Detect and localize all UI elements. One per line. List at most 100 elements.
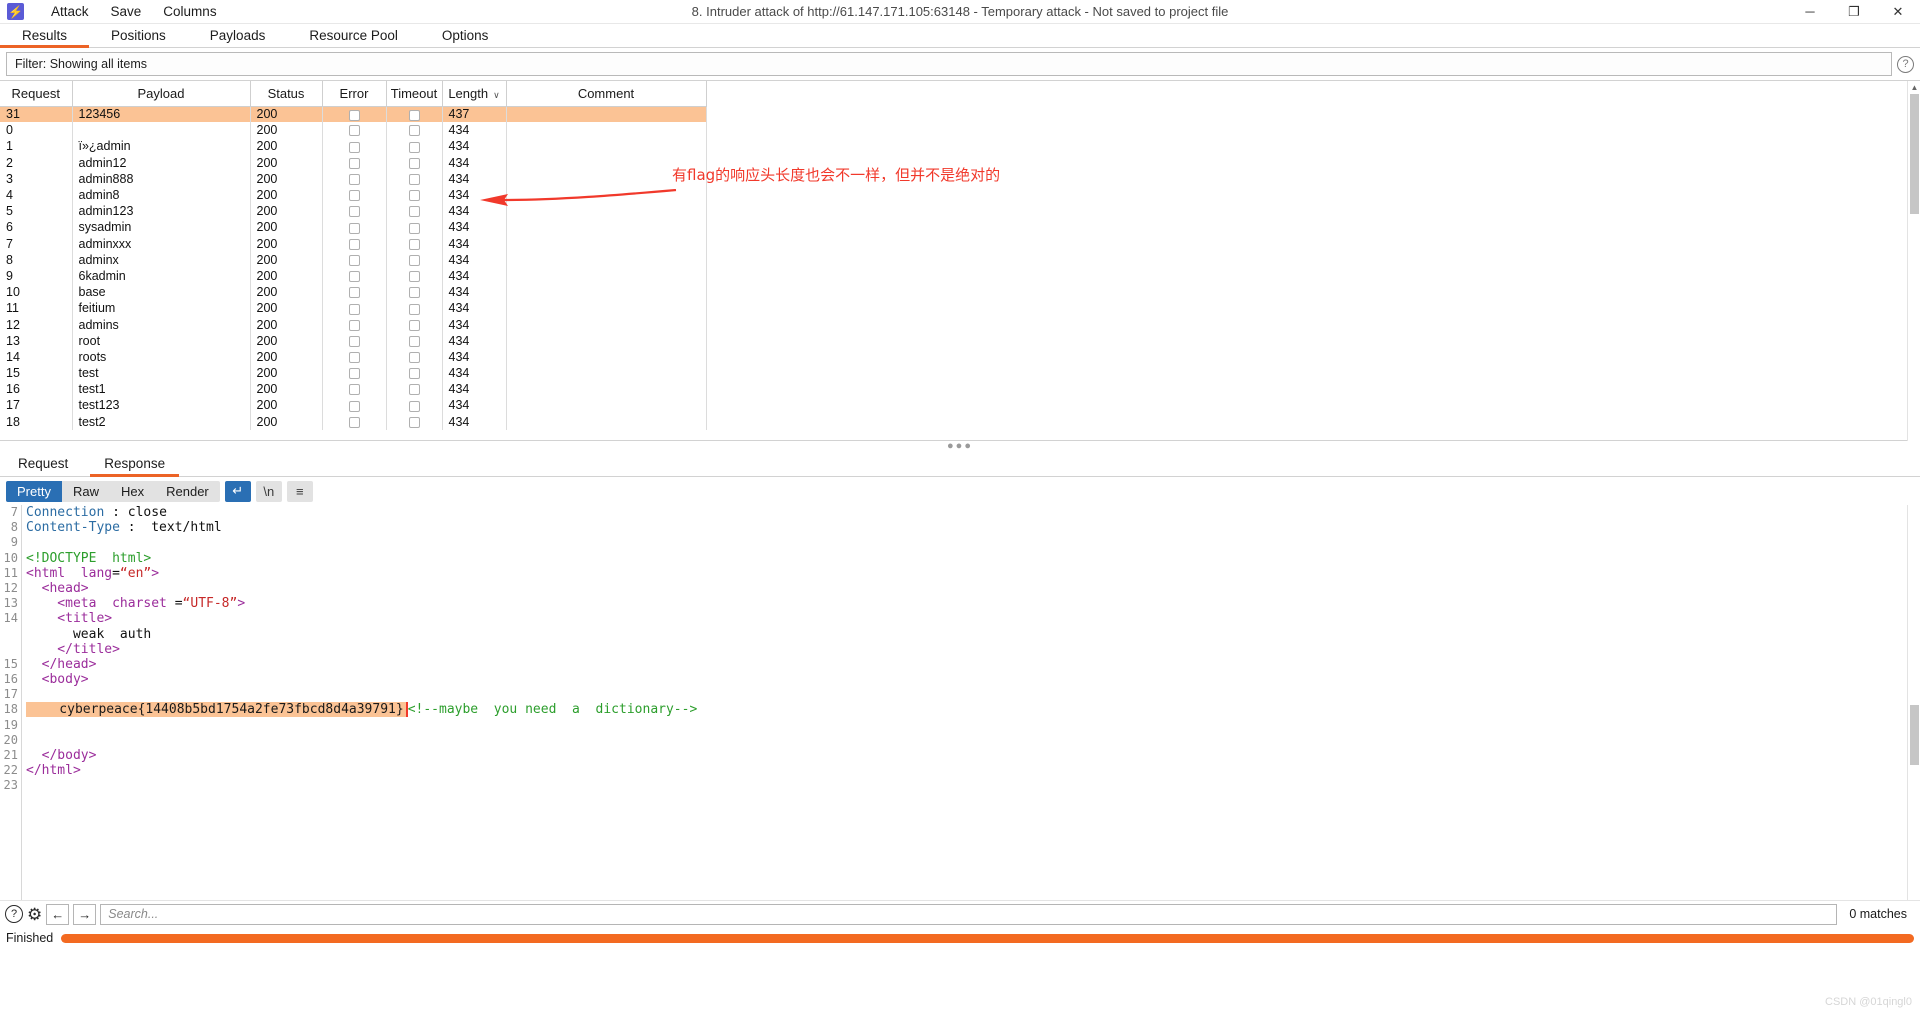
cell-error-checkbox[interactable] bbox=[322, 267, 387, 285]
view-mode-render[interactable]: Render bbox=[155, 481, 220, 502]
cell-error-checkbox[interactable] bbox=[322, 284, 387, 301]
response-scroll-thumb[interactable] bbox=[1910, 705, 1919, 765]
scroll-up-icon[interactable]: ▲ bbox=[1908, 81, 1920, 94]
minimize-button[interactable]: ─ bbox=[1788, 0, 1832, 24]
timeout-checkbox[interactable] bbox=[408, 190, 420, 202]
error-checkbox[interactable] bbox=[348, 352, 360, 364]
cell-timeout-checkbox[interactable] bbox=[386, 284, 443, 301]
error-checkbox[interactable] bbox=[348, 174, 360, 186]
table-row[interactable]: 31 123456 200 437 bbox=[0, 106, 707, 123]
cell-timeout-checkbox[interactable] bbox=[386, 267, 443, 285]
column-header-length[interactable]: Length ∨ bbox=[442, 81, 507, 107]
error-checkbox[interactable] bbox=[348, 157, 360, 169]
timeout-checkbox[interactable] bbox=[408, 222, 420, 234]
tab-payloads[interactable]: Payloads bbox=[188, 24, 288, 47]
cell-error-checkbox[interactable] bbox=[322, 154, 387, 171]
close-button[interactable]: ✕ bbox=[1876, 0, 1920, 24]
error-checkbox[interactable] bbox=[348, 190, 360, 202]
timeout-checkbox[interactable] bbox=[408, 254, 420, 266]
cell-error-checkbox[interactable] bbox=[322, 332, 387, 349]
line-format-icon[interactable]: ≡ bbox=[286, 480, 313, 502]
cell-timeout-checkbox[interactable] bbox=[386, 154, 443, 171]
tab-request[interactable]: Request bbox=[0, 451, 86, 476]
timeout-checkbox[interactable] bbox=[408, 303, 420, 315]
cell-timeout-checkbox[interactable] bbox=[386, 251, 443, 268]
tab-options[interactable]: Options bbox=[420, 24, 511, 47]
cell-timeout-checkbox[interactable] bbox=[386, 122, 443, 139]
cell-error-checkbox[interactable] bbox=[322, 219, 387, 236]
timeout-checkbox[interactable] bbox=[408, 141, 420, 153]
error-checkbox[interactable] bbox=[348, 335, 360, 347]
error-checkbox[interactable] bbox=[348, 109, 360, 121]
timeout-checkbox[interactable] bbox=[408, 271, 420, 283]
panel-splitter[interactable]: ●●● bbox=[0, 440, 1920, 452]
cell-timeout-checkbox[interactable] bbox=[386, 138, 443, 155]
tab-resource-pool[interactable]: Resource Pool bbox=[287, 24, 420, 47]
cell-error-checkbox[interactable] bbox=[322, 316, 387, 333]
timeout-checkbox[interactable] bbox=[408, 400, 420, 412]
error-checkbox[interactable] bbox=[348, 238, 360, 250]
cell-error-checkbox[interactable] bbox=[322, 170, 387, 187]
show-newlines-icon[interactable]: \n bbox=[255, 480, 282, 502]
view-mode-raw[interactable]: Raw bbox=[62, 481, 110, 502]
column-header-comment[interactable]: Comment bbox=[506, 81, 707, 107]
table-row[interactable]: 6 sysadmin 200 434 bbox=[0, 219, 707, 236]
view-mode-pretty[interactable]: Pretty bbox=[6, 480, 62, 502]
table-row[interactable]: 18 test2 200 434 bbox=[0, 413, 707, 430]
timeout-checkbox[interactable] bbox=[408, 335, 420, 347]
table-row[interactable]: 13 root 200 434 bbox=[0, 332, 707, 349]
menu-item-save[interactable]: Save bbox=[100, 0, 153, 24]
cell-error-checkbox[interactable] bbox=[322, 348, 387, 365]
timeout-checkbox[interactable] bbox=[408, 174, 420, 186]
response-scrollbar[interactable] bbox=[1907, 505, 1920, 900]
error-checkbox[interactable] bbox=[348, 206, 360, 218]
cell-timeout-checkbox[interactable] bbox=[386, 170, 443, 187]
tab-results[interactable]: Results bbox=[0, 24, 90, 48]
gear-icon[interactable]: ⚙ bbox=[27, 906, 42, 923]
response-code[interactable]: Connection : close Content-Type : text/ht… bbox=[26, 505, 1920, 794]
error-checkbox[interactable] bbox=[348, 254, 360, 266]
timeout-checkbox[interactable] bbox=[408, 384, 420, 396]
cell-error-checkbox[interactable] bbox=[322, 106, 387, 123]
menu-item-columns[interactable]: Columns bbox=[152, 0, 227, 24]
cell-error-checkbox[interactable] bbox=[322, 122, 387, 139]
table-scroll-thumb[interactable] bbox=[1910, 94, 1919, 214]
timeout-checkbox[interactable] bbox=[408, 125, 420, 137]
maximize-button[interactable]: ❐ bbox=[1832, 0, 1876, 24]
timeout-checkbox[interactable] bbox=[408, 238, 420, 250]
cell-timeout-checkbox[interactable] bbox=[386, 300, 443, 317]
cell-timeout-checkbox[interactable] bbox=[386, 203, 443, 220]
timeout-checkbox[interactable] bbox=[408, 319, 420, 331]
cell-timeout-checkbox[interactable] bbox=[386, 413, 443, 430]
column-header-request[interactable]: Request bbox=[0, 81, 73, 107]
timeout-checkbox[interactable] bbox=[408, 287, 420, 299]
error-checkbox[interactable] bbox=[348, 384, 360, 396]
cell-timeout-checkbox[interactable] bbox=[386, 316, 443, 333]
help-icon[interactable]: ? bbox=[1897, 55, 1914, 73]
error-checkbox[interactable] bbox=[348, 319, 360, 331]
cell-timeout-checkbox[interactable] bbox=[386, 332, 443, 349]
error-checkbox[interactable] bbox=[348, 400, 360, 412]
filter-bar[interactable]: Filter: Showing all items bbox=[6, 52, 1892, 76]
timeout-checkbox[interactable] bbox=[408, 416, 420, 428]
search-next-button[interactable]: → bbox=[73, 903, 97, 925]
column-header-status[interactable]: Status bbox=[250, 81, 323, 107]
cell-timeout-checkbox[interactable] bbox=[386, 106, 443, 123]
error-checkbox[interactable] bbox=[348, 287, 360, 299]
error-checkbox[interactable] bbox=[348, 303, 360, 315]
cell-error-checkbox[interactable] bbox=[322, 365, 387, 382]
cell-timeout-checkbox[interactable] bbox=[386, 348, 443, 365]
column-header-error[interactable]: Error bbox=[322, 81, 387, 107]
search-help-icon[interactable]: ? bbox=[5, 905, 23, 923]
search-prev-button[interactable]: ← bbox=[46, 903, 70, 925]
table-row[interactable]: 8 adminx 200 434 bbox=[0, 251, 707, 268]
table-row[interactable]: 11 feitium 200 434 bbox=[0, 300, 707, 317]
cell-error-checkbox[interactable] bbox=[322, 138, 387, 155]
timeout-checkbox[interactable] bbox=[408, 206, 420, 218]
table-row[interactable]: 1 ï»¿admin 200 434 bbox=[0, 138, 707, 155]
cell-error-checkbox[interactable] bbox=[322, 203, 387, 220]
table-row[interactable]: 9 6kadmin 200 434 bbox=[0, 267, 707, 285]
error-checkbox[interactable] bbox=[348, 222, 360, 234]
error-checkbox[interactable] bbox=[348, 125, 360, 137]
cell-timeout-checkbox[interactable] bbox=[386, 365, 443, 382]
